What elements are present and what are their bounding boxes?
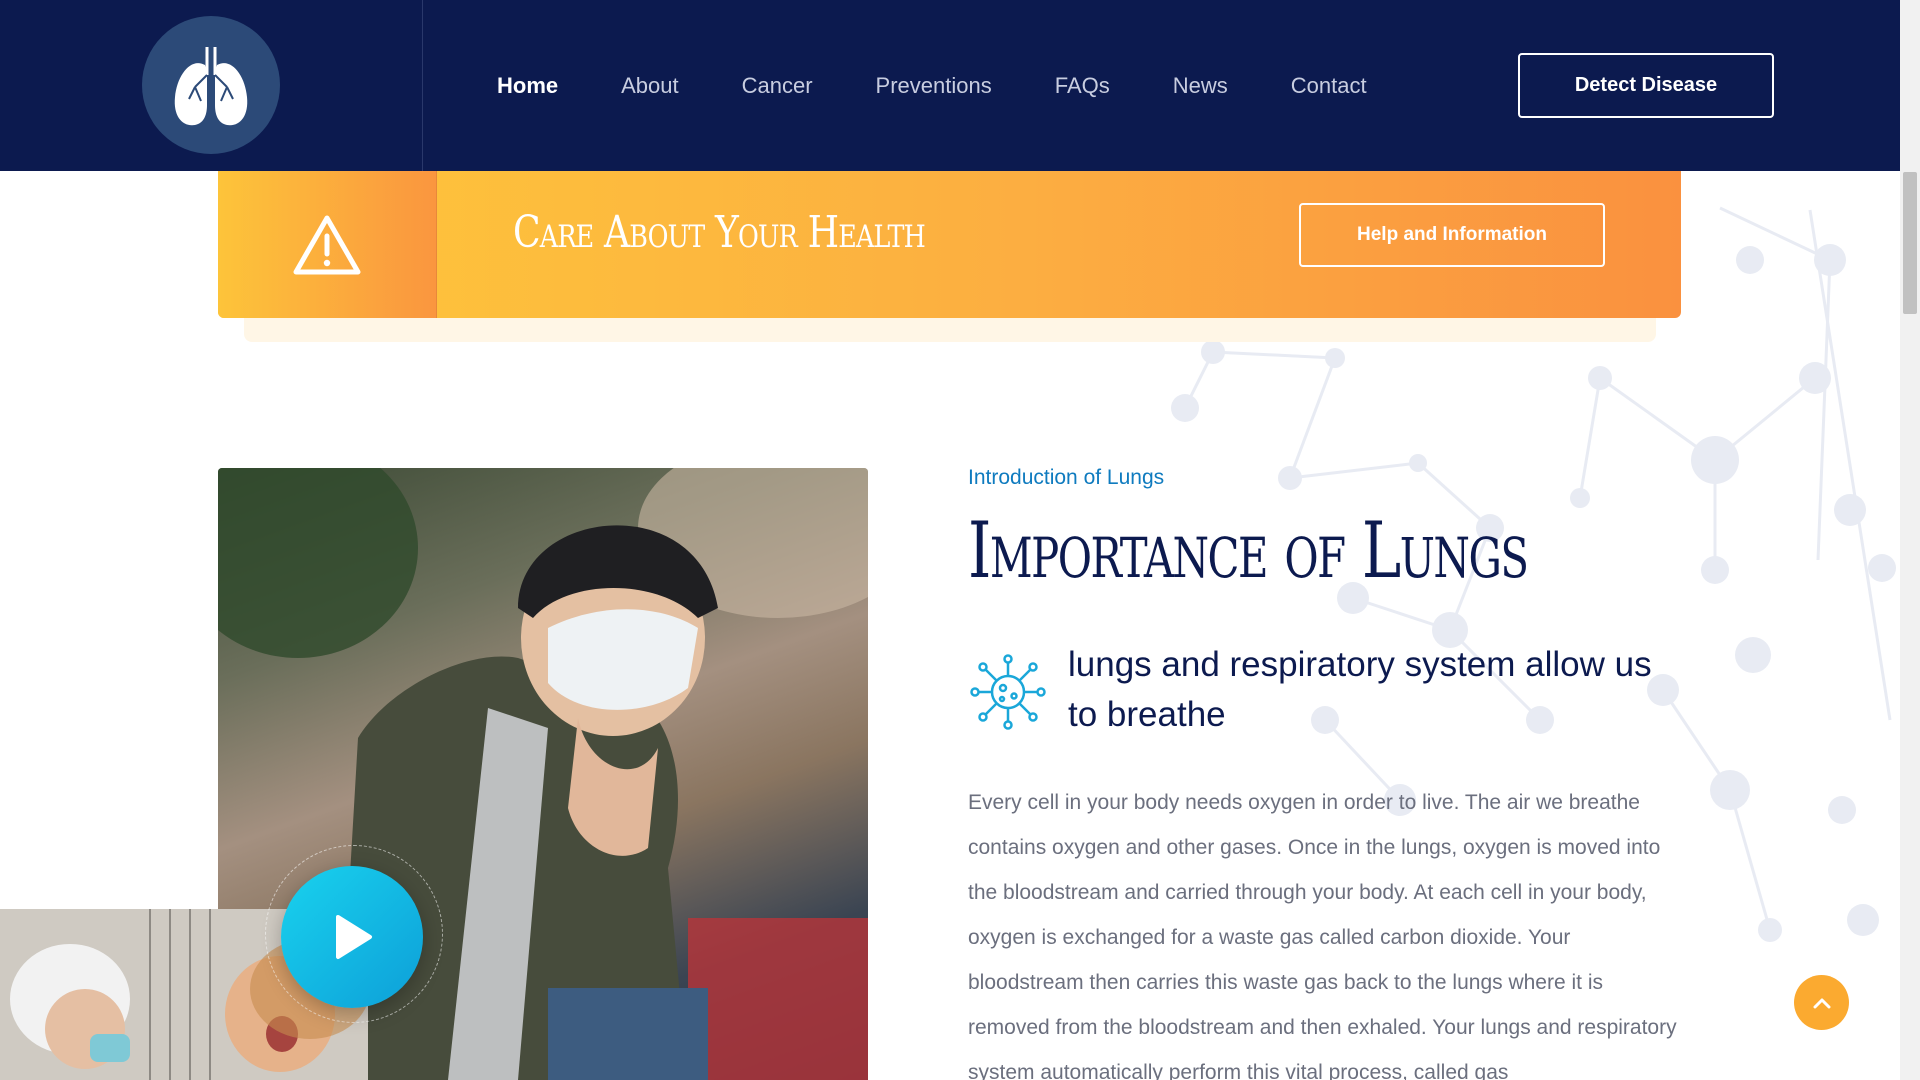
site-header: Home About Cancer Preventions FAQs News … [0,0,1900,171]
section-body-text: Every cell in your body needs oxygen in … [968,791,1677,1080]
play-video-button[interactable] [281,866,423,1008]
help-information-button[interactable]: Help and Information [1299,203,1605,267]
nav-home[interactable]: Home [497,73,558,99]
feature-text: lungs and respiratory system allow us to… [1068,645,1652,734]
banner-title: Care About Your Health [513,207,926,258]
warning-icon [293,215,361,274]
virus-icon [970,654,1046,730]
play-icon [336,915,372,959]
lungs-icon [174,47,248,126]
health-banner: Care About Your Health Help and Informat… [218,171,1681,318]
logo[interactable] [142,16,280,154]
nav-about[interactable]: About [621,73,679,99]
nav-preventions[interactable]: Preventions [876,73,992,99]
scrollbar-thumb[interactable] [1903,172,1917,314]
nav-news[interactable]: News [1173,73,1228,99]
scrollbar-track[interactable] [1900,0,1920,1080]
banner-icon-box [218,171,437,318]
section-heading: Importance of Lungs [968,506,1529,596]
detect-disease-button[interactable]: Detect Disease [1518,53,1774,118]
logo-area [0,0,423,171]
main-nav: Home About Cancer Preventions FAQs News … [497,0,1430,171]
chevron-up-icon [1813,998,1830,1008]
nav-contact[interactable]: Contact [1291,73,1367,99]
section-kicker: Introduction of Lungs [968,466,1165,489]
nav-faqs[interactable]: FAQs [1055,73,1110,99]
banner-shadow [244,318,1656,342]
scroll-to-top-button[interactable] [1794,975,1849,1030]
nav-cancer[interactable]: Cancer [742,73,813,99]
